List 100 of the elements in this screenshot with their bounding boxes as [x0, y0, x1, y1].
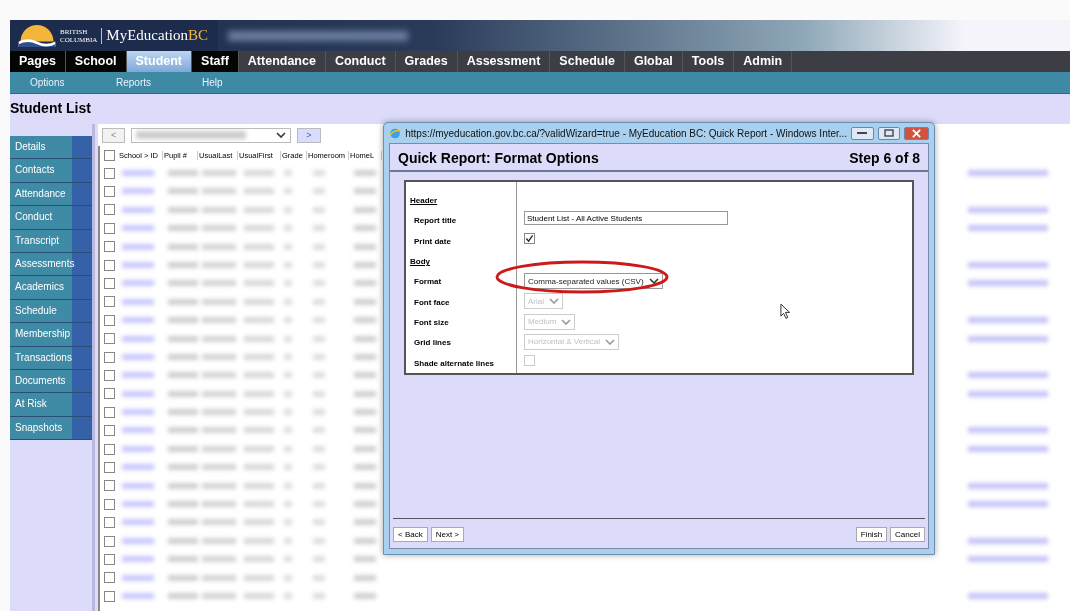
row-checkbox[interactable] [103, 590, 115, 602]
blurred-text [284, 574, 292, 581]
blurred-text [168, 445, 198, 452]
select-all-checkbox[interactable] [103, 149, 115, 161]
blurred-text [202, 556, 236, 563]
row-checkbox[interactable] [103, 498, 115, 510]
row-checkbox[interactable] [103, 314, 115, 326]
blurred-text [313, 556, 325, 563]
blurred-text [284, 593, 292, 599]
blurred-text [202, 537, 236, 544]
row-checkbox[interactable] [103, 204, 115, 216]
blurred-text [168, 409, 198, 416]
sidebar-item[interactable]: Academics [10, 276, 92, 300]
row-checkbox[interactable] [103, 572, 115, 584]
sidebar-item[interactable]: Attendance [10, 182, 92, 207]
row-checkbox[interactable] [103, 461, 115, 473]
blurred-text [168, 243, 198, 250]
row-checkbox[interactable] [103, 278, 115, 290]
row-checkbox[interactable] [103, 425, 115, 437]
sidebar-item[interactable]: Assessments [10, 252, 92, 277]
blurred-text [244, 593, 274, 599]
blurred-text [354, 225, 376, 232]
row-checkbox[interactable] [103, 351, 115, 363]
sidebar-item[interactable]: Snapshots [10, 416, 92, 441]
blurred-text [284, 317, 292, 324]
dropdown[interactable]: Comma-separated values (CSV) [524, 273, 663, 290]
blurred-text [202, 501, 236, 508]
field-label: Grid lines [413, 338, 451, 348]
row-checkbox[interactable] [103, 241, 115, 253]
blurred-text [122, 556, 154, 563]
row-checkbox[interactable] [103, 406, 115, 418]
row-checkbox[interactable] [103, 333, 115, 345]
input-field[interactable]: Student List - All Active Students [524, 211, 728, 226]
sidebar-item[interactable]: Documents [10, 369, 92, 394]
sidebar-item[interactable]: Transactions [10, 346, 92, 370]
row-checkbox[interactable] [103, 443, 115, 455]
field-label: Report title [413, 216, 457, 226]
blurred-text [168, 298, 198, 305]
row-checkbox[interactable] [103, 553, 115, 565]
restore-button[interactable] [877, 126, 901, 140]
subnav-link[interactable]: Help [182, 72, 268, 93]
row-checkbox[interactable] [103, 259, 115, 271]
nav-tab[interactable]: Pages [10, 51, 66, 72]
blurred-text [122, 261, 154, 268]
blurred-text [244, 464, 274, 471]
row-checkbox[interactable] [103, 535, 115, 547]
blurred-text [202, 206, 236, 213]
nav-tab[interactable]: School [65, 51, 127, 72]
blurred-text [168, 206, 198, 213]
sidebar-item[interactable]: Details [10, 136, 92, 160]
blurred-text [313, 353, 325, 360]
blurred-text [354, 445, 376, 452]
next-button[interactable]: > [297, 127, 321, 143]
blurred-text [313, 537, 325, 544]
checkbox[interactable] [524, 233, 535, 245]
sidebar-item[interactable]: Schedule [10, 299, 92, 324]
wizard-button[interactable]: Next > [430, 527, 465, 542]
blurred-text [284, 225, 292, 232]
blurred-text [122, 501, 154, 508]
blurred-text [122, 206, 154, 213]
chevron-icon [549, 298, 559, 305]
subnav-link[interactable]: Options [10, 72, 96, 93]
record-dropdown[interactable] [131, 127, 292, 143]
blurred-text [354, 537, 376, 544]
wizard-button[interactable]: Cancel [890, 527, 925, 542]
wizard-button[interactable]: Finish [855, 527, 888, 542]
blurred-text [244, 537, 274, 544]
blurred-text [122, 390, 154, 397]
row-checkbox[interactable] [103, 186, 115, 198]
nav-tab[interactable]: Staff [192, 51, 239, 72]
blurred-text [284, 482, 292, 489]
blurred-text [244, 390, 274, 397]
sidebar-item[interactable]: Conduct [10, 206, 92, 230]
row-checkbox[interactable] [103, 480, 115, 492]
wizard-button[interactable]: < Back [393, 527, 428, 542]
row-checkbox[interactable] [103, 517, 115, 529]
subnav-link[interactable]: Reports [96, 72, 182, 93]
sidebar-item[interactable]: Transcript [10, 229, 92, 253]
row-checkbox[interactable] [103, 388, 115, 400]
sidebar-item[interactable]: Membership [10, 323, 92, 347]
sidebar-item[interactable]: At Risk [10, 393, 92, 417]
row-checkbox[interactable] [103, 296, 115, 308]
row-checkbox[interactable] [103, 370, 115, 381]
row-checkbox[interactable] [103, 167, 115, 179]
blurred-text [284, 188, 292, 195]
blurred-text [313, 298, 325, 305]
blurred-text [313, 170, 325, 176]
blurred-text [168, 501, 198, 508]
close-button[interactable] [904, 126, 929, 140]
blurred-text [202, 335, 236, 342]
blurred-text [202, 188, 236, 195]
field-label: Format [413, 277, 442, 287]
sidebar-item[interactable]: Contacts [10, 159, 92, 183]
minimize-button[interactable] [851, 126, 874, 140]
field-label: Shade alternate lines [413, 358, 495, 368]
checkmark-icon [525, 234, 534, 244]
row-checkbox[interactable] [103, 222, 115, 234]
blurred-text [284, 261, 292, 268]
close-icon [912, 128, 922, 138]
blurred-text [313, 188, 325, 195]
